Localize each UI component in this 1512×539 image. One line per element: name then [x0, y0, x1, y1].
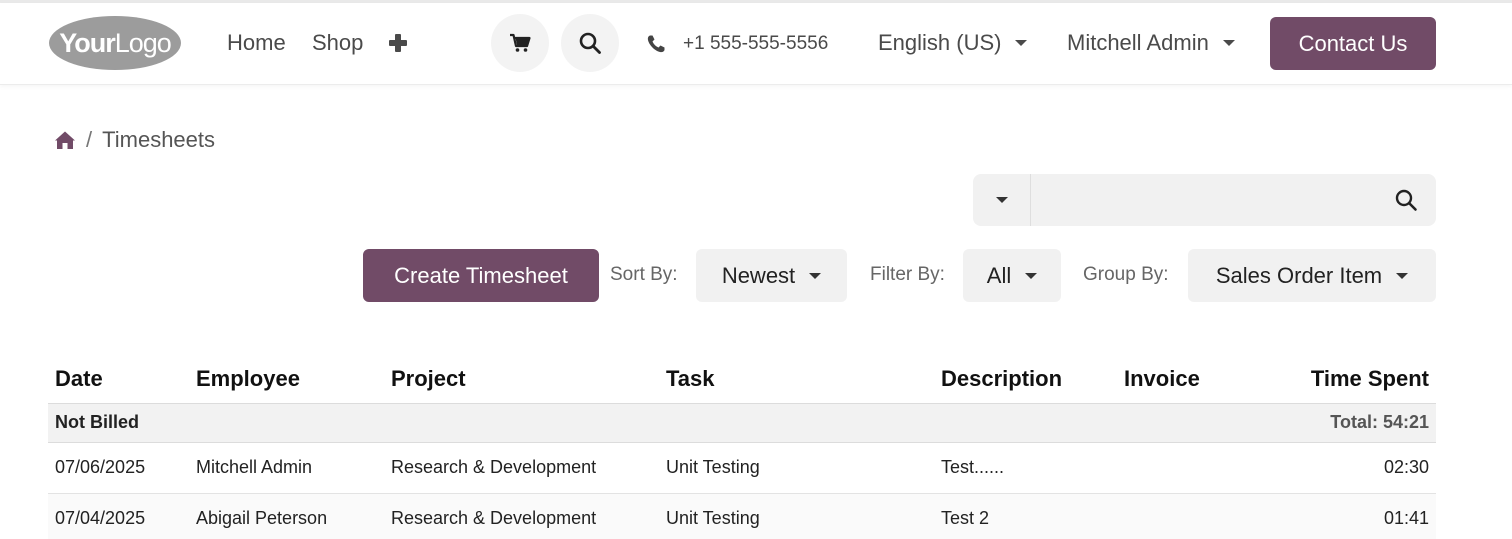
table-row[interactable]: 07/04/2025 Abigail Peterson Research & D…: [48, 493, 1436, 539]
group-total: Total: 54:21: [1267, 402, 1436, 443]
cell-time-spent: 02:30: [1267, 442, 1436, 494]
table-header-row: Date Employee Project Task Description I…: [48, 355, 1436, 403]
sort-label: Sort By:: [610, 264, 678, 285]
search-icon: [1395, 189, 1417, 211]
cell-description: Test 2: [934, 493, 1117, 539]
cart-icon: [510, 33, 531, 52]
cell-task: Unit Testing: [659, 442, 934, 494]
language-label: English (US): [878, 30, 1002, 55]
group-label: Group By:: [1083, 264, 1169, 285]
search-icon: [579, 32, 601, 54]
column-header-invoice[interactable]: Invoice: [1117, 355, 1267, 403]
header-phone[interactable]: +1 555-555-5556: [683, 31, 828, 57]
table-row[interactable]: 07/06/2025 Mitchell Admin Research & Dev…: [48, 442, 1436, 494]
create-timesheet-button[interactable]: Create Timesheet: [363, 249, 599, 302]
nav-shop[interactable]: Shop: [312, 28, 363, 58]
site-header: Your Logo Home Shop +1 555-555-5556 Engli…: [0, 3, 1512, 85]
caret-down-icon: [1396, 272, 1409, 279]
search-input[interactable]: [1033, 174, 1373, 226]
column-header-date[interactable]: Date: [48, 355, 189, 403]
search-filter-dropdown[interactable]: [973, 174, 1031, 226]
group-value: Sales Order Item: [1215, 262, 1383, 288]
search-submit-button[interactable]: [1386, 182, 1426, 218]
caret-down-icon: [1015, 40, 1028, 46]
sort-value: Newest: [721, 262, 796, 288]
column-header-task[interactable]: Task: [659, 355, 934, 403]
breadcrumb: / Timesheets: [54, 126, 215, 154]
caret-down-icon: [809, 272, 822, 279]
cell-invoice: [1117, 442, 1267, 494]
cell-employee: Abigail Peterson: [189, 493, 384, 539]
logo-text: Your Logo: [59, 27, 172, 58]
header-search-button[interactable]: [561, 14, 619, 72]
breadcrumb-separator: /: [86, 127, 93, 152]
filter-label: Filter By:: [870, 264, 945, 285]
cell-project: Research & Development: [384, 493, 659, 539]
cell-task: Unit Testing: [659, 493, 934, 539]
column-header-description[interactable]: Description: [934, 355, 1117, 403]
user-label: Mitchell Admin: [1067, 30, 1209, 55]
cell-employee: Mitchell Admin: [189, 442, 384, 494]
timesheet-table: Date Employee Project Task Description I…: [48, 355, 1436, 539]
filter-dropdown[interactable]: All: [963, 249, 1061, 302]
group-row: Not Billed Total: 54:21: [48, 402, 1436, 443]
nav-home[interactable]: Home: [227, 28, 286, 58]
column-header-employee[interactable]: Employee: [189, 355, 384, 403]
caret-down-icon: [1222, 40, 1235, 46]
search-bar: [973, 174, 1436, 226]
site-logo[interactable]: Your Logo: [48, 15, 182, 71]
caret-down-icon: [1025, 272, 1038, 279]
home-icon[interactable]: [54, 130, 76, 150]
cart-button[interactable]: [491, 14, 549, 72]
language-dropdown[interactable]: English (US): [878, 28, 1028, 58]
column-header-project[interactable]: Project: [384, 355, 659, 403]
group-dropdown[interactable]: Sales Order Item: [1188, 249, 1436, 302]
cell-description: Test......: [934, 442, 1117, 494]
filter-value: All: [986, 262, 1012, 288]
column-header-time-spent[interactable]: Time Spent: [1267, 355, 1436, 403]
sort-dropdown[interactable]: Newest: [696, 249, 847, 302]
breadcrumb-current: Timesheets: [102, 127, 216, 152]
cell-invoice: [1117, 493, 1267, 539]
contact-us-button[interactable]: Contact Us: [1270, 17, 1436, 70]
plus-icon[interactable]: [388, 32, 408, 54]
cell-time-spent: 01:41: [1267, 493, 1436, 539]
user-dropdown[interactable]: Mitchell Admin: [1067, 28, 1235, 58]
caret-down-icon: [995, 197, 1008, 203]
cell-date: 07/06/2025: [48, 442, 189, 494]
phone-icon: [647, 35, 665, 53]
cell-date: 07/04/2025: [48, 493, 189, 539]
group-name: Not Billed: [48, 402, 1267, 443]
cell-project: Research & Development: [384, 442, 659, 494]
